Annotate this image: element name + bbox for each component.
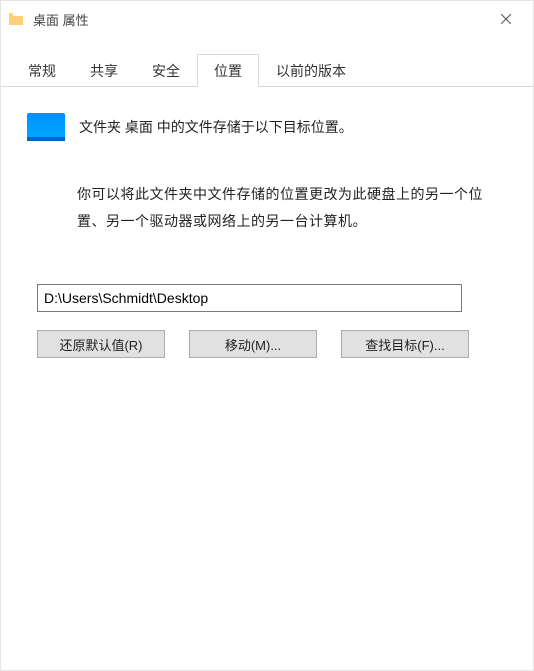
tab-location[interactable]: 位置 — [197, 54, 259, 87]
tab-security[interactable]: 安全 — [135, 54, 197, 87]
close-button[interactable] — [483, 3, 529, 35]
move-button[interactable]: 移动(M)... — [189, 330, 317, 358]
window-title: 桌面 属性 — [33, 10, 483, 29]
description-text: 文件夹 桌面 中的文件存储于以下目标位置。 — [79, 117, 353, 138]
restore-default-button[interactable]: 还原默认值(R) — [37, 330, 165, 358]
tab-strip: 常规 共享 安全 位置 以前的版本 — [1, 47, 533, 87]
tab-general[interactable]: 常规 — [11, 54, 73, 87]
desktop-icon — [27, 113, 65, 141]
close-icon — [501, 14, 511, 24]
action-button-row: 还原默认值(R) 移动(M)... 查找目标(F)... — [37, 330, 507, 358]
titlebar: 桌面 属性 — [1, 1, 533, 37]
description-row: 文件夹 桌面 中的文件存储于以下目标位置。 — [27, 113, 507, 141]
location-path-input[interactable] — [37, 284, 462, 312]
tab-content-location: 文件夹 桌面 中的文件存储于以下目标位置。 你可以将此文件夹中文件存储的位置更改… — [1, 87, 533, 670]
tab-previous-versions[interactable]: 以前的版本 — [259, 54, 363, 87]
properties-dialog: 桌面 属性 常规 共享 安全 位置 以前的版本 文件夹 桌面 中的文件存储于以下… — [0, 0, 534, 671]
tab-sharing[interactable]: 共享 — [73, 54, 135, 87]
explanation-text: 你可以将此文件夹中文件存储的位置更改为此硬盘上的另一个位置、另一个驱动器或网络上… — [77, 181, 507, 234]
find-target-button[interactable]: 查找目标(F)... — [341, 330, 469, 358]
folder-icon — [9, 11, 25, 27]
